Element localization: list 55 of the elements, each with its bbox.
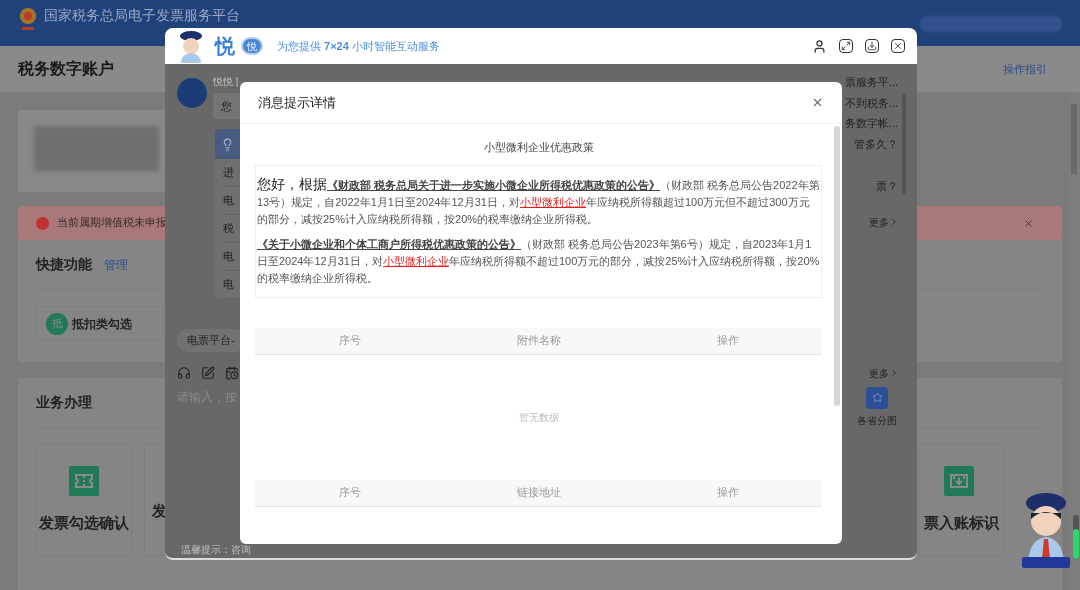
edit-icon[interactable] (201, 365, 215, 380)
alert-icon (36, 216, 49, 230)
column-header: 链接地址 (516, 485, 561, 501)
user-icon[interactable] (812, 38, 827, 54)
faq-item[interactable]: 不到税务... (844, 94, 898, 111)
side-scrollbar (1073, 515, 1079, 559)
section-title: 业务办理 (36, 393, 92, 412)
bulb-icon (221, 137, 234, 151)
brand-name: 悦 (215, 34, 235, 59)
policy-subject: 小型微利企业优惠政策 (483, 140, 594, 155)
item-badge: 抵 (46, 312, 68, 335)
close-icon[interactable] (811, 96, 824, 109)
policy-paragraph: 《关于小微企业和个体工商户所得税优惠政策的公告》（财政部 税务总局公告2023年第6号）规定，自2023年1月1日至2024年12月31日，对小型微利企业年应纳税所得额不超过100万元的部分，减按25%计入应纳税所得额，按20%的税率缴纳企业所得税。 (257, 236, 820, 286)
policy-paragraph: 您好，根据《财政部 税务总局关于进一步实施小微企业所得税优惠政策的公告》（财政部 税务总局公告2022年第13号）规定，自2022年1月1日至2024年12月31日，对小型微利企业年应纳税所得额超过100万元但不超过300万元的部分，减按25%计入应纳税所得额，按20%的税率缴纳企业所得税。 (257, 175, 820, 227)
guide-link[interactable]: 操作指引 (1003, 60, 1047, 78)
column-header: 序号 (338, 333, 361, 349)
tip-text: 温馨提示：咨询 (181, 543, 252, 557)
emblem-icon (18, 6, 38, 32)
policy-link[interactable]: 《关于小微企业和个体工商户所得税优惠政策的公告》 (257, 237, 521, 250)
section-title: 快捷功能 (36, 255, 92, 274)
close-icon[interactable] (891, 39, 905, 53)
faq-item[interactable]: 票？ (876, 178, 898, 195)
column-header: 附件名称 (516, 333, 561, 349)
expand-icon[interactable] (839, 39, 853, 53)
more-link[interactable]: 更多 (869, 365, 899, 381)
term-link[interactable]: 小型微利企业 (519, 195, 586, 208)
faq-item[interactable]: 务数字帐... (844, 115, 898, 132)
column-header: 操作 (716, 485, 739, 501)
service-slogan: 为您提供 7×24 小时智能互动服务 (277, 38, 440, 54)
dialog-title: 消息提示详情 (258, 93, 336, 112)
quick-item[interactable]: 抵 抵扣类勾选 (36, 306, 164, 341)
star-icon (871, 392, 883, 403)
column-header: 序号 (338, 485, 361, 501)
site-title: 国家税务总局电子发票服务平台 (44, 7, 240, 25)
bot-avatar (177, 78, 207, 108)
message-text: 您 (221, 98, 232, 114)
more-link[interactable]: 更多 (869, 214, 899, 230)
service-tile[interactable]: 票入账标识 (918, 444, 1004, 556)
page-title: 税务数字账户 (18, 59, 114, 79)
faq-item[interactable]: 管多久？ (854, 135, 898, 152)
headset-icon[interactable] (177, 365, 191, 380)
ticket-icon (69, 465, 99, 496)
bot-name: 悦悦 | (213, 75, 240, 89)
calendar-icon[interactable] (225, 365, 239, 380)
service-tile[interactable]: 发票勾选确认 (36, 444, 132, 556)
chevron-icon (889, 368, 899, 378)
term-link[interactable]: 小型微利企业 (382, 254, 449, 267)
chevron-icon (889, 217, 899, 227)
column-header: 操作 (716, 333, 739, 349)
avatar-icon (177, 29, 205, 63)
tray-download-icon (944, 465, 974, 496)
faq-item[interactable]: 票服务平... (844, 74, 898, 91)
policy-link[interactable]: 《财政部 税务总局关于进一步实施小微企业所得税优惠政策的公告》 (327, 178, 661, 191)
brand-badge: 悦 (241, 37, 263, 55)
manage-link[interactable]: 管理 (104, 255, 128, 274)
